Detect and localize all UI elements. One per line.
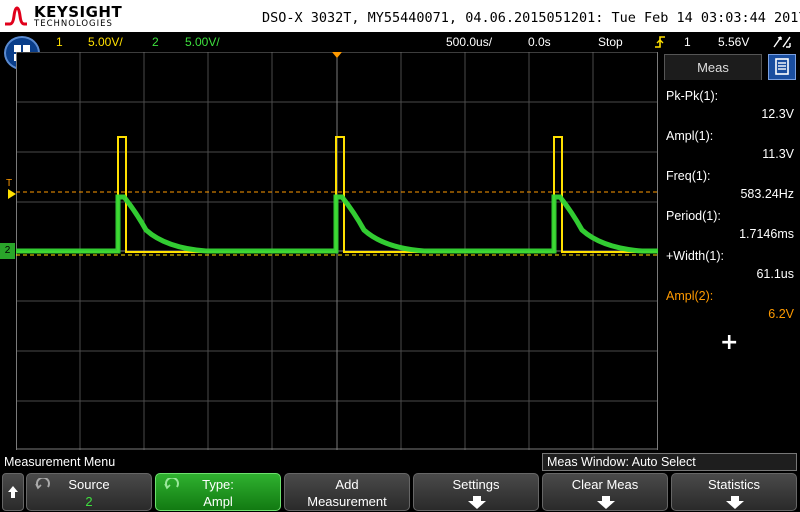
measurement-value: 12.3V — [761, 107, 794, 121]
add-label-line1: Add — [335, 477, 359, 492]
run-state[interactable]: Stop — [598, 35, 623, 49]
clear-meas-label: Clear Meas — [571, 477, 639, 492]
measurement-label: +Width(1): — [666, 249, 725, 263]
statistics-label: Statistics — [707, 477, 760, 492]
source-softkey[interactable]: Source 2 — [26, 473, 152, 511]
ch1-scale[interactable]: 5.00V/ — [88, 35, 123, 49]
measurement-item[interactable]: Pk-Pk(1): 12.3V — [660, 82, 800, 122]
add-measurement-plus-icon[interactable]: + — [720, 330, 738, 355]
ch1-number[interactable]: 1 — [56, 35, 63, 49]
type-label: Type: — [202, 477, 234, 492]
instrument-info: DSO-X 3032T, MY55440071, 04.06.201505120… — [262, 10, 800, 26]
measurement-value: 61.1us — [756, 267, 794, 281]
add-measurement-softkey[interactable]: Add Measurement — [284, 473, 410, 511]
down-arrow-icon — [468, 496, 486, 509]
softkey-bar: Source 2 Type: Ampl Add Measurement Sett… — [0, 472, 800, 512]
statistics-softkey[interactable]: Statistics — [671, 473, 797, 511]
measurement-label: Freq(1): — [666, 169, 711, 183]
measurement-label: Period(1): — [666, 209, 721, 223]
settings-softkey[interactable]: Settings — [413, 473, 539, 511]
measurement-list: Pk-Pk(1): 12.3V Ampl(1): 11.3V Freq(1): … — [660, 82, 800, 322]
measurement-value: 6.2V — [768, 307, 794, 321]
measurement-item[interactable]: Period(1): 1.7146ms — [660, 202, 800, 242]
down-arrow-icon — [597, 496, 615, 509]
up-arrow-icon — [8, 486, 18, 498]
settings-label: Settings — [452, 477, 500, 492]
horizontal-delay[interactable]: 0.0s — [528, 35, 551, 49]
measurement-item[interactable]: +Width(1): 61.1us — [660, 242, 800, 282]
down-arrow-icon — [726, 496, 744, 509]
measurement-item[interactable]: Ampl(2): 6.2V — [660, 282, 800, 322]
type-value: Ampl — [203, 494, 233, 509]
measurement-value: 11.3V — [762, 147, 794, 161]
measurement-value: 1.7146ms — [739, 227, 794, 241]
back-button[interactable] — [2, 473, 24, 511]
timebase-scale[interactable]: 500.0us/ — [446, 35, 492, 49]
menu-bar: Measurement Menu Meas Window: Auto Selec… — [0, 452, 800, 472]
auto-scale-icon[interactable] — [772, 35, 792, 52]
keysight-logo: KEYSIGHT TECHNOLOGIES — [4, 2, 144, 30]
ch2-number[interactable]: 2 — [152, 35, 159, 49]
measurement-value: 583.24Hz — [740, 187, 794, 201]
keysight-wave-icon — [5, 6, 27, 26]
title-bar: KEYSIGHT TECHNOLOGIES DSO-X 3032T, MY554… — [0, 0, 800, 32]
measurement-label: Ampl(2): — [666, 289, 714, 303]
ch2-scale[interactable]: 5.00V/ — [185, 35, 220, 49]
clear-meas-softkey[interactable]: Clear Meas — [542, 473, 668, 511]
meas-panel-icon[interactable] — [768, 54, 796, 80]
trigger-level-marker-label[interactable]: T — [6, 178, 12, 189]
source-label: Source — [68, 477, 110, 492]
source-value: 2 — [85, 494, 93, 509]
waveform-display[interactable] — [16, 52, 658, 450]
ch2-ground-marker[interactable]: 2 — [0, 243, 15, 259]
measurement-label: Ampl(1): — [666, 129, 714, 143]
measurement-label: Pk-Pk(1): — [666, 89, 719, 103]
status-bar: 1 5.00V/ 2 5.00V/ 500.0us/ 0.0s Stop 1 5… — [0, 32, 800, 52]
type-softkey[interactable]: Type: Ampl — [155, 473, 281, 511]
brand-subtitle: TECHNOLOGIES — [34, 19, 113, 29]
meas-window-status: Meas Window: Auto Select — [542, 453, 797, 471]
add-label-line2: Measurement — [307, 494, 387, 509]
measurement-item[interactable]: Ampl(1): 11.3V — [660, 122, 800, 162]
trigger-level-arrow-icon — [8, 189, 16, 199]
menu-title: Measurement Menu — [4, 455, 116, 469]
list-icon — [775, 58, 789, 75]
measurement-item[interactable]: Freq(1): 583.24Hz — [660, 162, 800, 202]
meas-tab[interactable]: Meas — [664, 54, 762, 80]
measurements-panel: Meas Pk-Pk(1): 12.3V Ampl(1): 11.3V Freq… — [660, 52, 800, 450]
trigger-source[interactable]: 1 — [684, 35, 691, 49]
trigger-level[interactable]: 5.56V — [718, 35, 749, 49]
trigger-edge-icon — [654, 35, 666, 52]
